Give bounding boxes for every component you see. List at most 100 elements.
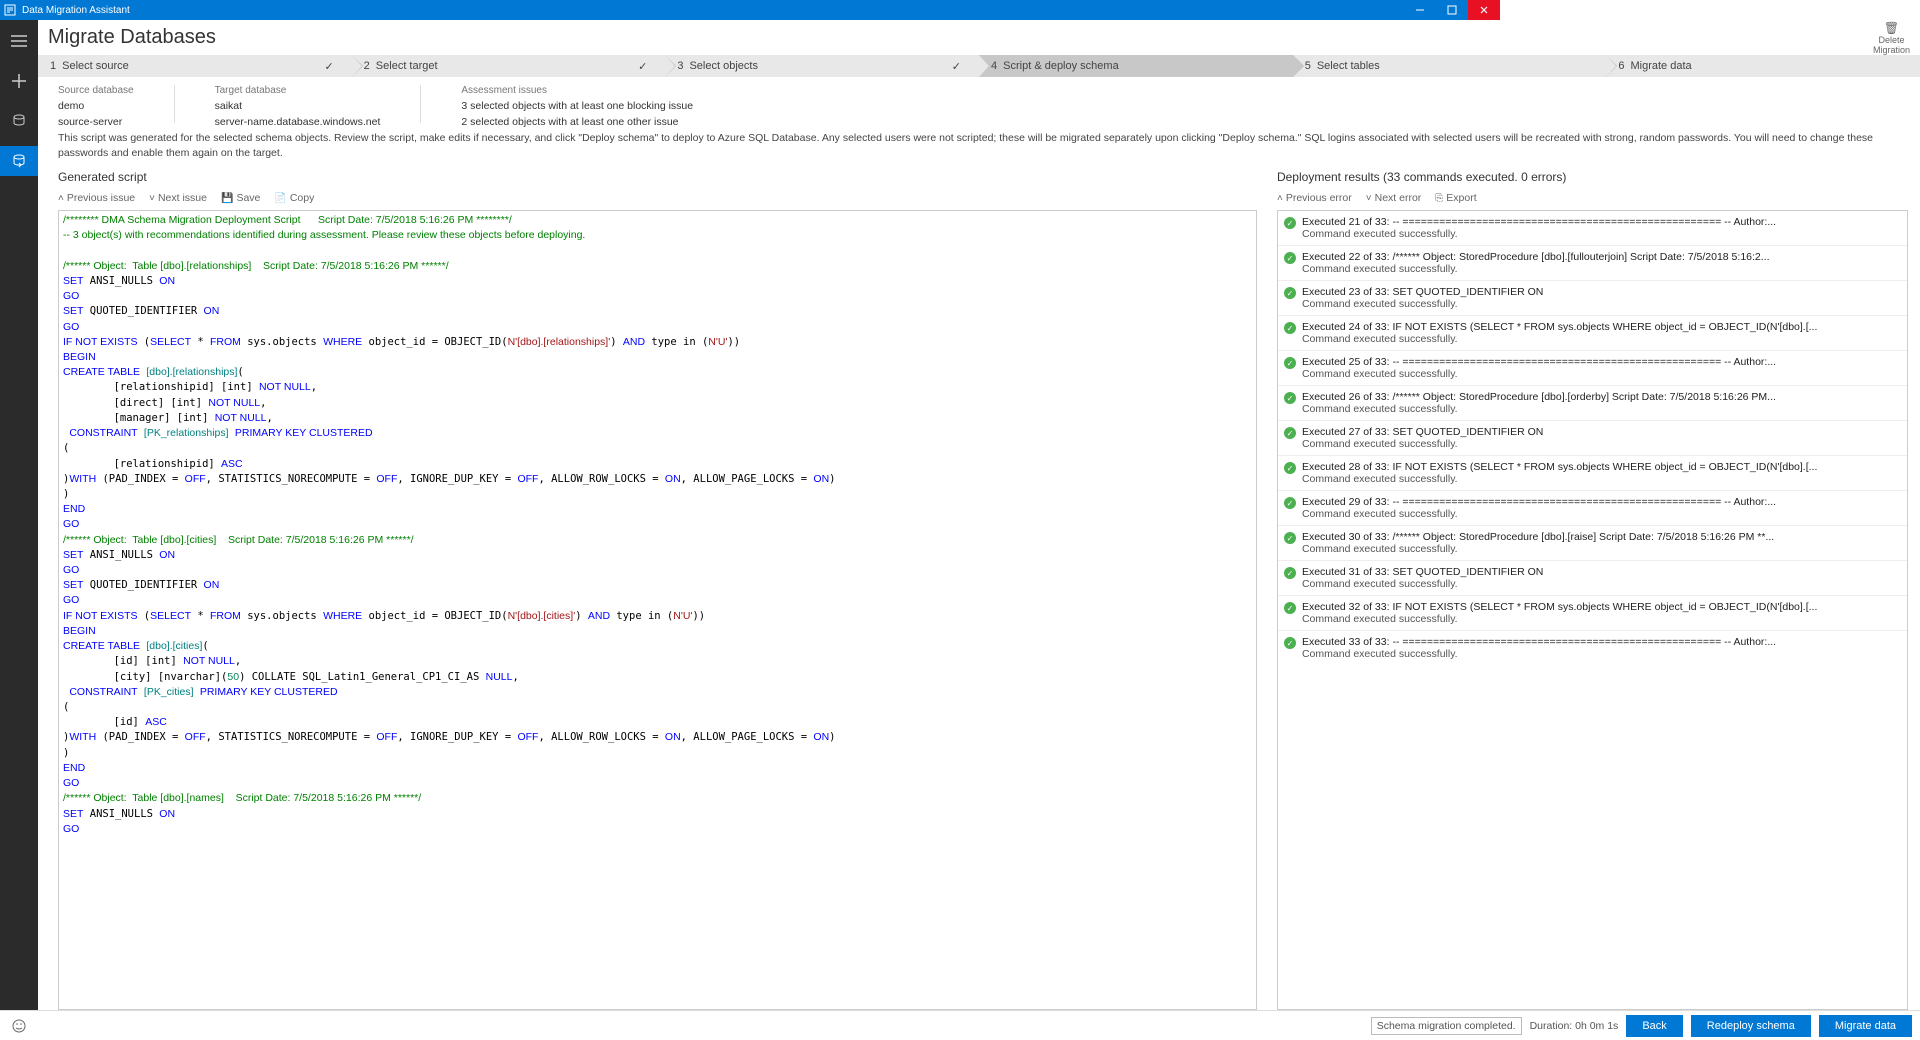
result-status: Command executed successfully.	[1302, 543, 1901, 555]
success-icon: ✓	[1284, 357, 1296, 369]
result-row[interactable]: ✓Executed 31 of 33: SET QUOTED_IDENTIFIE…	[1278, 560, 1907, 595]
result-row[interactable]: ✓ Executed 21 of 33: -- =================…	[1278, 211, 1907, 245]
result-status: Command executed successfully.	[1302, 508, 1901, 520]
window-close-button[interactable]	[1468, 0, 1500, 20]
window-maximize-button[interactable]	[1436, 0, 1468, 20]
success-icon: ✓	[1284, 322, 1296, 334]
result-command: Executed 23 of 33: SET QUOTED_IDENTIFIER…	[1302, 286, 1901, 298]
divider	[420, 85, 421, 123]
success-icon: ✓	[1284, 637, 1296, 649]
title-bar: Data Migration Assistant	[0, 0, 1500, 20]
result-row[interactable]: ✓ Executed 30 of 33: /****** Object: Stor…	[1278, 525, 1907, 560]
result-command: Executed 30 of 33: /****** Object: Store…	[1302, 531, 1901, 543]
result-status: Command executed successfully.	[1302, 473, 1901, 485]
result-status: Command executed successfully.	[1302, 228, 1901, 240]
description-text: This script was generated for the select…	[58, 131, 1908, 160]
next-issue-button[interactable]: ˅Next issue	[149, 192, 207, 204]
result-row[interactable]: ✓Executed 27 of 33: SET QUOTED_IDENTIFIE…	[1278, 420, 1907, 455]
assessment-icon[interactable]	[0, 106, 38, 136]
export-button[interactable]: ⎘Export	[1435, 192, 1476, 204]
result-row[interactable]: ✓Executed 26 of 33: /****** Object: Stor…	[1278, 385, 1907, 420]
back-button[interactable]: Back	[1626, 1015, 1682, 1037]
result-command: Executed 25 of 33: -- ==================…	[1302, 356, 1901, 368]
redeploy-schema-button[interactable]: Redeploy schema	[1691, 1015, 1811, 1037]
export-icon: ⎘	[1435, 193, 1443, 204]
result-row[interactable]: ✓Executed 22 of 33: /****** Object: Stor…	[1278, 245, 1907, 280]
target-db-label: Target database	[215, 85, 381, 96]
window-minimize-button[interactable]	[1404, 0, 1436, 20]
issues-line1: 3 selected objects with at least one blo…	[461, 100, 693, 112]
result-status: Command executed successfully.	[1302, 438, 1901, 450]
result-row[interactable]: ✓ Executed 25 of 33: -- =================…	[1278, 350, 1907, 385]
success-icon: ✓	[1284, 602, 1296, 614]
step-select-source[interactable]: 1Select source✓	[38, 55, 352, 77]
save-button[interactable]: 💾Save	[221, 192, 260, 204]
result-status: Command executed successfully.	[1302, 263, 1901, 275]
success-icon: ✓	[1284, 217, 1296, 229]
chevron-up-icon: ˄	[1277, 193, 1283, 204]
result-command: Executed 31 of 33: SET QUOTED_IDENTIFIER…	[1302, 566, 1901, 578]
next-error-button[interactable]: ˅Next error	[1366, 192, 1422, 204]
check-icon: ✓	[324, 60, 333, 73]
source-db-value: demo	[58, 100, 134, 112]
success-icon: ✓	[1284, 497, 1296, 509]
target-server-value: server-name.database.windows.net	[215, 116, 381, 128]
result-row[interactable]: ✓ Executed 28 of 33: IF NOT EXISTS (SELEC…	[1278, 455, 1907, 490]
copy-icon: 📄	[274, 193, 286, 204]
result-command: Executed 21 of 33: -- ==================…	[1302, 216, 1901, 228]
copy-button[interactable]: 📄Copy	[274, 192, 314, 204]
success-icon: ✓	[1284, 462, 1296, 474]
step-select-objects[interactable]: 3Select objects✓	[665, 55, 979, 77]
result-command: Executed 22 of 33: /****** Object: Store…	[1302, 251, 1901, 263]
chevron-up-icon: ˄	[58, 193, 64, 204]
result-status: Command executed successfully.	[1302, 368, 1901, 380]
step-script-deploy[interactable]: 4Script & deploy schema	[979, 55, 1293, 77]
migrate-data-button[interactable]: Migrate data	[1819, 1015, 1912, 1037]
result-status: Command executed successfully.	[1302, 403, 1901, 415]
script-toolbar: ˄Previous issue ˅Next issue 💾Save 📄Copy	[58, 192, 1257, 204]
step-migrate-data[interactable]: 6Migrate data	[1606, 55, 1920, 77]
source-server-value: source-server	[58, 116, 134, 128]
results-list[interactable]: ✓ Executed 21 of 33: -- =================…	[1277, 210, 1908, 1010]
page-header: Migrate Databases 🗑 DeleteMigration	[38, 20, 1920, 55]
target-db-value: saikat	[215, 100, 381, 112]
hamburger-icon[interactable]	[0, 26, 38, 56]
result-command: Executed 29 of 33: -- ==================…	[1302, 496, 1901, 508]
result-command: Executed 28 of 33: IF NOT EXISTS (SELECT…	[1302, 461, 1901, 473]
result-row[interactable]: ✓ Executed 32 of 33: IF NOT EXISTS (SELEC…	[1278, 595, 1907, 630]
previous-error-button[interactable]: ˄Previous error	[1277, 192, 1352, 204]
success-icon: ✓	[1284, 392, 1296, 404]
result-row[interactable]: ✓ Executed 33 of 33: -- =================…	[1278, 630, 1907, 665]
delete-migration-button[interactable]: 🗑 DeleteMigration	[1873, 21, 1910, 55]
success-icon: ✓	[1284, 532, 1296, 544]
result-command: Executed 33 of 33: -- ==================…	[1302, 636, 1901, 648]
footer-bar: Schema migration completed. Duration: 0h…	[38, 1010, 1920, 1040]
result-command: Executed 32 of 33: IF NOT EXISTS (SELECT…	[1302, 601, 1901, 613]
app-icon	[0, 4, 20, 16]
result-row[interactable]: ✓ Executed 24 of 33: IF NOT EXISTS (SELEC…	[1278, 315, 1907, 350]
wizard-steps: 1Select source✓ 2Select target✓ 3Select …	[38, 55, 1920, 77]
result-command: Executed 24 of 33: IF NOT EXISTS (SELECT…	[1302, 321, 1901, 333]
left-nav-rail	[0, 20, 38, 1010]
check-icon: ✓	[638, 60, 647, 73]
result-command: Executed 27 of 33: SET QUOTED_IDENTIFIER…	[1302, 426, 1901, 438]
add-icon[interactable]	[0, 66, 38, 96]
status-badge: Schema migration completed.	[1371, 1017, 1522, 1035]
result-row[interactable]: ✓ Executed 23 of 33: SET QUOTED_IDENTIFIE…	[1278, 280, 1907, 315]
issues-line2: 2 selected objects with at least one oth…	[461, 116, 693, 128]
result-status: Command executed successfully.	[1302, 613, 1901, 625]
step-select-target[interactable]: 2Select target✓	[352, 55, 666, 77]
script-editor[interactable]: /******** DMA Schema Migration Deploymen…	[58, 210, 1257, 1010]
results-toolbar: ˄Previous error ˅Next error ⎘Export	[1277, 192, 1908, 204]
feedback-icon[interactable]	[0, 1010, 38, 1040]
migration-icon[interactable]	[0, 146, 38, 176]
success-icon: ✓	[1284, 287, 1296, 299]
generated-script-heading: Generated script	[58, 170, 1257, 184]
step-select-tables[interactable]: 5Select tables	[1293, 55, 1607, 77]
result-row[interactable]: ✓ Executed 29 of 33: -- =================…	[1278, 490, 1907, 525]
deployment-results-heading: Deployment results (33 commands executed…	[1277, 170, 1908, 184]
summary-info: Source database demo source-server Targe…	[38, 77, 1920, 131]
duration-text: Duration: 0h 0m 1s	[1530, 1020, 1619, 1032]
previous-issue-button[interactable]: ˄Previous issue	[58, 192, 135, 204]
result-status: Command executed successfully.	[1302, 648, 1901, 660]
